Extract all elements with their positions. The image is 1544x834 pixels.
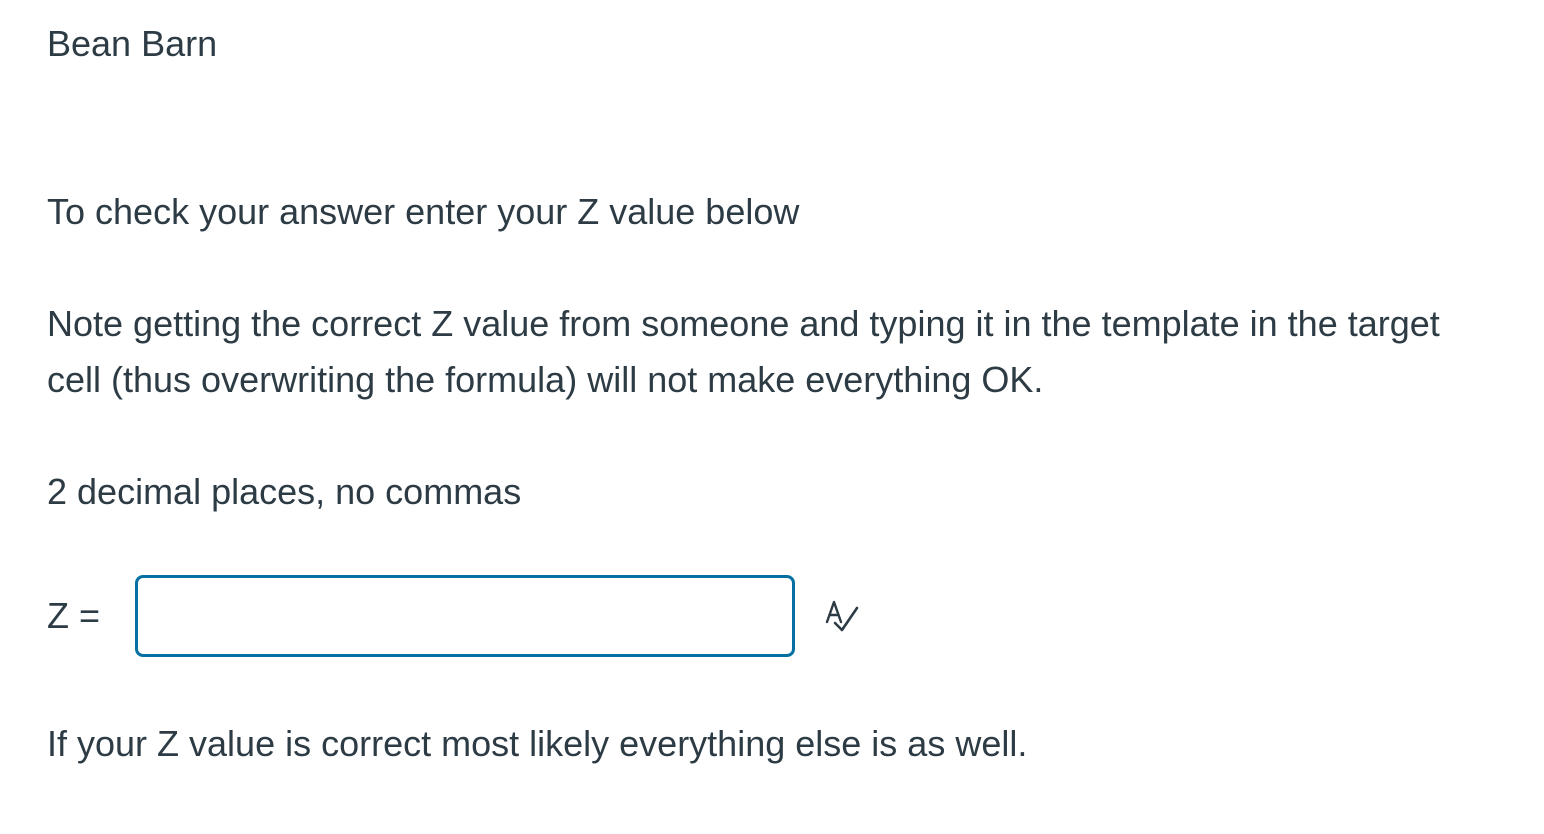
question-title: Bean Barn — [47, 23, 218, 64]
spell-check-icon-glyph — [825, 600, 859, 632]
check-instruction-text: To check your answer enter your Z value … — [47, 191, 800, 232]
spell-check-icon[interactable] — [823, 596, 863, 636]
z-value-input[interactable] — [135, 575, 795, 657]
conclusion-text: If your Z value is correct most likely e… — [47, 723, 1028, 764]
answer-row: Z = — [47, 575, 863, 657]
format-hint-text: 2 decimal places, no commas — [47, 471, 522, 512]
z-label: Z = — [47, 595, 101, 636]
note-text: Note getting the correct Z value from so… — [47, 303, 1440, 400]
